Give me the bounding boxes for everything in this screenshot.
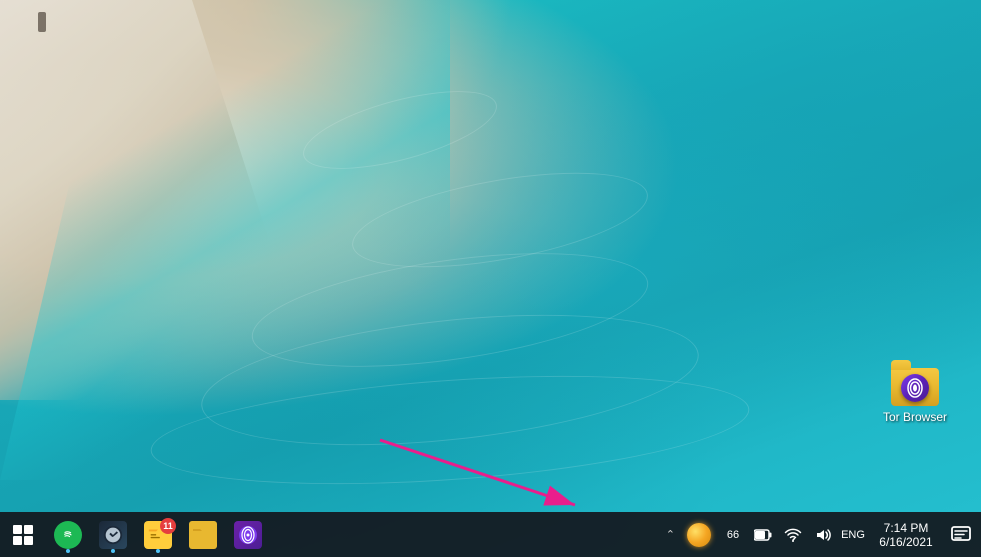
taskbar-app-tor[interactable] bbox=[225, 512, 270, 557]
show-hidden-tray-button[interactable]: ⌃ bbox=[662, 524, 679, 545]
taskbar-app-file-explorer[interactable]: 11 bbox=[135, 512, 180, 557]
running-indicator bbox=[156, 549, 160, 553]
tor-onion-badge bbox=[901, 374, 929, 402]
start-square-2 bbox=[24, 525, 33, 534]
yellow-notification-orb bbox=[687, 523, 711, 547]
desktop: Tor Browser bbox=[0, 0, 981, 557]
yellow-orb-tray-item[interactable] bbox=[685, 521, 713, 549]
battery-tray-icon[interactable]: 66 bbox=[719, 521, 747, 549]
start-button[interactable] bbox=[0, 512, 45, 557]
folder-icon bbox=[189, 521, 217, 549]
spotify-icon bbox=[54, 521, 82, 549]
clock-time: 7:14 PM bbox=[884, 521, 929, 535]
running-indicator bbox=[111, 549, 115, 553]
start-square-4 bbox=[24, 536, 33, 545]
person-silhouette bbox=[38, 12, 46, 32]
taskbar: 11 bbox=[0, 512, 981, 557]
volume-icon[interactable] bbox=[809, 521, 837, 549]
tor-icon-label: Tor Browser bbox=[883, 410, 947, 424]
battery-icon[interactable] bbox=[749, 521, 777, 549]
tor-folder-shape bbox=[891, 368, 939, 406]
wifi-icon[interactable] bbox=[779, 521, 807, 549]
language-label: ENG bbox=[838, 529, 868, 541]
taskbar-app-folder[interactable] bbox=[180, 512, 225, 557]
start-square-3 bbox=[13, 536, 22, 545]
desktop-icon-tor-browser[interactable]: Tor Browser bbox=[879, 348, 951, 428]
taskbar-app-spotify[interactable] bbox=[45, 512, 90, 557]
steam-icon bbox=[99, 521, 127, 549]
tor-taskbar-icon bbox=[234, 521, 262, 549]
clock-date: 6/16/2021 bbox=[879, 535, 932, 549]
running-indicator bbox=[66, 549, 70, 553]
windows-logo-icon bbox=[13, 525, 33, 545]
taskbar-pinned-apps: 11 bbox=[45, 512, 270, 557]
action-center-button[interactable] bbox=[941, 512, 981, 557]
battery-percentage: 66 bbox=[727, 529, 739, 541]
taskbar-clock[interactable]: 7:14 PM 6/16/2021 bbox=[871, 512, 941, 557]
taskbar-app-steam[interactable] bbox=[90, 512, 135, 557]
system-tray: ⌃ 66 bbox=[658, 512, 871, 557]
tor-icon-image bbox=[891, 352, 939, 406]
start-square-1 bbox=[13, 525, 22, 534]
language-tray-item[interactable]: ENG bbox=[839, 521, 867, 549]
file-explorer-badge: 11 bbox=[160, 518, 176, 534]
